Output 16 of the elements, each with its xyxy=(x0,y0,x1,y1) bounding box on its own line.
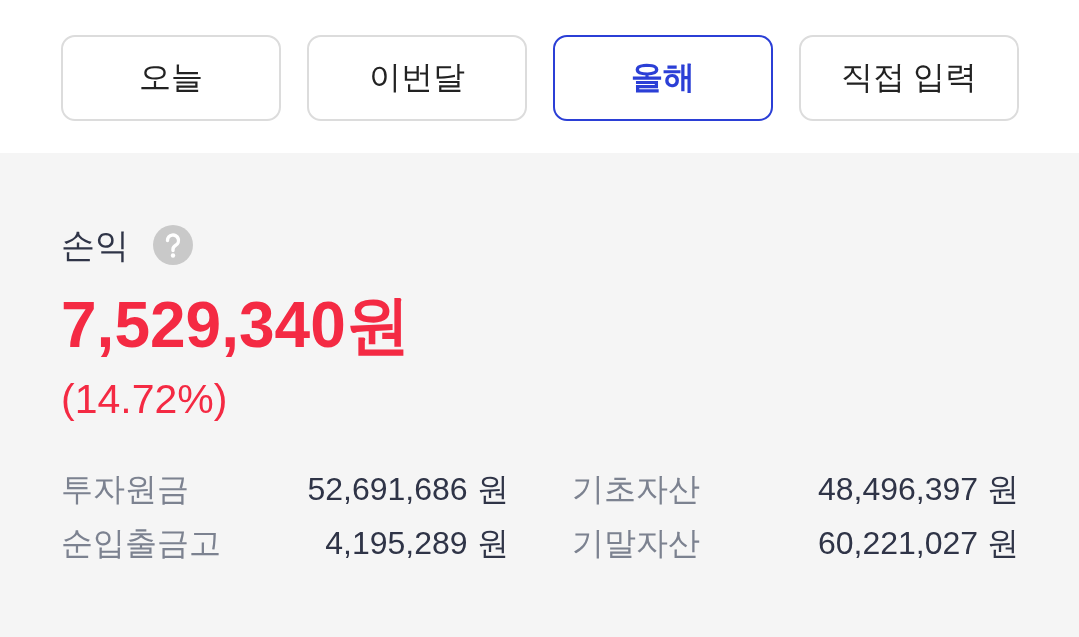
detail-label: 기초자산 xyxy=(571,470,700,509)
detail-label: 순입출금고 xyxy=(61,524,221,563)
period-tab[interactable]: 올해 xyxy=(553,35,773,121)
period-tab[interactable]: 직접 입력 xyxy=(799,35,1019,121)
period-tab[interactable]: 이번달 xyxy=(307,35,527,121)
detail-value: 48,496,397 원 xyxy=(817,470,1019,509)
detail-label: 기말자산 xyxy=(571,524,700,563)
help-icon[interactable] xyxy=(153,225,193,265)
profit-rate: (14.72%) xyxy=(61,376,229,422)
profit-label: 손익 xyxy=(61,225,129,265)
detail-value: 60,221,027 원 xyxy=(817,524,1019,563)
period-tab[interactable]: 오늘 xyxy=(61,35,281,121)
detail-value: 4,195,289 원 xyxy=(325,524,509,563)
detail-value: 52,691,686 원 xyxy=(307,470,509,509)
profit-amount: 7,529,340원 xyxy=(61,290,411,360)
detail-label: 투자원금 xyxy=(61,470,189,509)
